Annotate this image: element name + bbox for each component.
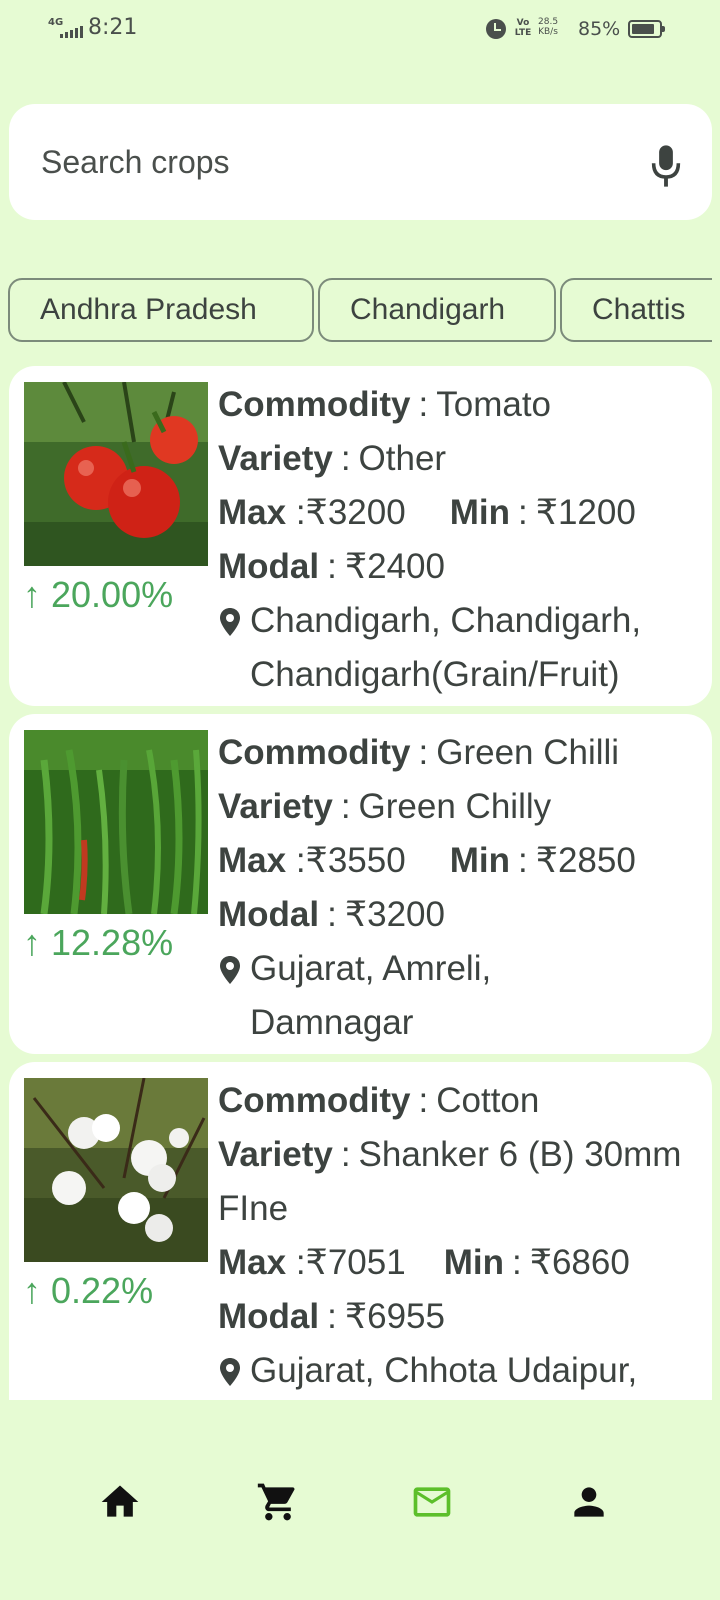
person-icon[interactable] [567, 1480, 611, 1524]
max-price: ₹7051 [305, 1243, 406, 1282]
commodity-label: Commodity [218, 385, 411, 424]
chip-chandigarh[interactable]: Chandigarh [318, 278, 556, 342]
modal-price: ₹3200 [344, 895, 445, 934]
price-change: ↑ 12.28% [23, 922, 174, 963]
state-filter-chips: Andhra Pradesh Chandigarh Chattis [8, 278, 712, 344]
variety-value: Green Chilly [358, 787, 552, 826]
min-label: Min [449, 841, 510, 880]
min-price: ₹2850 [535, 841, 636, 880]
cotton-image [24, 1078, 208, 1262]
min-label: Min [449, 493, 510, 532]
commodity-label: Commodity [218, 1081, 411, 1120]
location-pin-icon [220, 608, 240, 636]
battery-percent: 85% [578, 18, 621, 40]
location-pin-icon [220, 1358, 240, 1386]
green-chilli-image [24, 730, 208, 914]
crop-card-tomato[interactable]: ↑ 20.00% Commodity: Tomato Variety: Other … [9, 366, 712, 706]
tomato-image [24, 382, 208, 566]
battery-icon [628, 20, 665, 38]
modal-label: Modal [218, 1297, 320, 1336]
signal-icon: 4G [48, 18, 83, 40]
min-label: Min [443, 1243, 504, 1282]
variety-label: Variety [218, 1135, 333, 1174]
price-change: ↑ 0.22% [23, 1270, 154, 1311]
location-pin-icon [220, 956, 240, 984]
bottom-navigation [0, 1400, 720, 1600]
commodity-label: Commodity [218, 733, 411, 772]
commodity-value: Green Chilli [436, 733, 620, 772]
mail-icon[interactable] [410, 1480, 454, 1524]
min-price: ₹1200 [535, 493, 636, 532]
location-text: Chandigarh, Chandigarh, Chandigarh(Grain… [250, 601, 642, 694]
price-change: ↑ 20.00% [23, 574, 174, 615]
max-price: ₹3550 [305, 841, 406, 880]
chip-chattisgarh[interactable]: Chattis [560, 278, 712, 342]
chip-andhra-pradesh[interactable]: Andhra Pradesh [8, 278, 314, 342]
commodity-value: Tomato [436, 385, 552, 424]
max-label: Max [218, 841, 287, 880]
modal-price: ₹6955 [344, 1297, 445, 1336]
max-label: Max [218, 1243, 287, 1282]
variety-value: Other [358, 439, 447, 478]
home-icon[interactable] [98, 1480, 142, 1524]
search-bar[interactable]: Search crops [9, 104, 712, 220]
location-text: Gujarat, Chhota Udaipur, [250, 1351, 638, 1390]
variety-label: Variety [218, 439, 333, 478]
modal-label: Modal [218, 547, 320, 586]
alarm-icon [486, 19, 506, 39]
modal-price: ₹2400 [344, 547, 445, 586]
clock: 8:21 [88, 15, 138, 40]
modal-label: Modal [218, 895, 320, 934]
crop-card-green-chilli[interactable]: ↑ 12.28% Commodity: Green Chilli Variety:… [9, 714, 712, 1054]
location-text: Gujarat, Amreli, Damnagar [250, 949, 492, 1042]
cart-icon[interactable] [256, 1480, 300, 1524]
min-price: ₹6860 [529, 1243, 630, 1282]
commodity-value: Cotton [436, 1081, 540, 1120]
max-price: ₹3200 [305, 493, 406, 532]
variety-label: Variety [218, 787, 333, 826]
volte-indicator: Vo LTE [514, 18, 532, 38]
network-speed: 28.5 KB/s [538, 17, 559, 37]
mic-icon[interactable] [649, 144, 683, 188]
crop-card-cotton[interactable]: ↑ 0.22% Commodity: Cotton Variety: Shanker… [9, 1062, 712, 1400]
status-bar: 4G 8:21 Vo LTE 28.5 KB/s 85% [0, 0, 720, 60]
max-label: Max [218, 493, 287, 532]
search-input[interactable]: Search crops [41, 144, 230, 181]
